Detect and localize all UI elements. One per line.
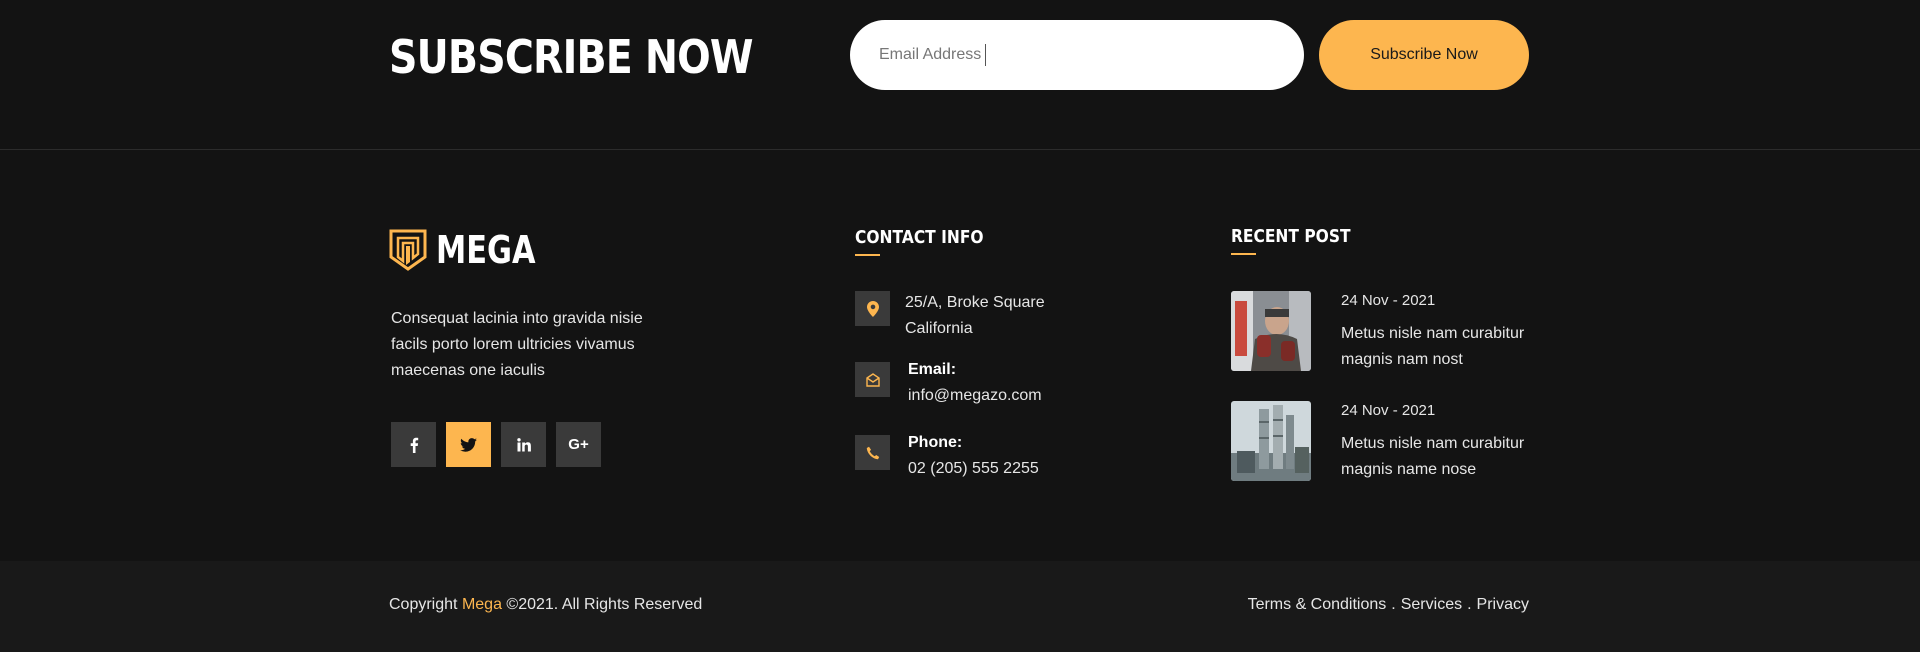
contact-phone: Phone: 02 (205) 555 2255 (855, 430, 1039, 482)
brand-name: MEGA (436, 228, 536, 272)
facebook-icon[interactable] (391, 422, 436, 467)
copyright-suffix: ©2021. All Rights Reserved (506, 596, 703, 613)
email-value[interactable]: info@megazo.com (908, 383, 1042, 409)
footer-main (0, 151, 1920, 561)
google-plus-icon[interactable]: G+ (556, 422, 601, 467)
recent-post-item[interactable]: 24 Nov - 2021 Metus nisle nam curabitur … (1231, 401, 1541, 483)
phone-icon (855, 435, 890, 470)
phone-value[interactable]: 02 (205) 555 2255 (908, 456, 1039, 482)
post-title[interactable]: Metus nisle nam curabitur magnis name no… (1341, 431, 1541, 483)
subscribe-button[interactable]: Subscribe Now (1319, 20, 1529, 90)
envelope-icon (855, 362, 890, 397)
post-date: 24 Nov - 2021 (1341, 402, 1436, 419)
text-caret (985, 44, 987, 66)
address-line-1: 25/A, Broke Square (905, 294, 1045, 311)
email-placeholder: Email Address (879, 46, 982, 63)
subscribe-bar: SUBSCRIBE NOW Email Address Subscribe No… (0, 0, 1920, 150)
about-text: Consequat lacinia into gravida nisie fac… (391, 310, 643, 379)
contact-address: 25/A, Broke Square California (855, 290, 1045, 342)
privacy-link[interactable]: Privacy (1477, 596, 1529, 614)
post-thumbnail-chimneys[interactable] (1231, 401, 1311, 481)
terms-link[interactable]: Terms & Conditions (1248, 596, 1387, 614)
linkedin-icon[interactable] (501, 422, 546, 467)
post-title[interactable]: Metus nisle nam curabitur magnis nam nos… (1341, 321, 1541, 373)
copyright: Copyright Mega ©2021. All Rights Reserve… (389, 596, 702, 614)
copyright-prefix: Copyright (389, 596, 458, 613)
bottom-bar (0, 561, 1920, 652)
footer-brand[interactable]: MEGA (389, 229, 560, 271)
post-thumbnail-worker[interactable] (1231, 291, 1311, 371)
address-line-2: California (905, 320, 973, 337)
shield-logo-icon (389, 229, 427, 271)
copyright-brand-link[interactable]: Mega (462, 596, 502, 613)
email-label: Email: (908, 361, 957, 378)
contact-title-underline (855, 254, 880, 256)
location-pin-icon (855, 291, 890, 326)
recent-post-title: RECENT POST (1231, 226, 1351, 247)
phone-label: Phone: (908, 434, 963, 451)
contact-email: Email: info@megazo.com (855, 357, 1042, 409)
subscribe-title: SUBSCRIBE NOW (389, 30, 753, 84)
contact-title: CONTACT INFO (855, 227, 984, 248)
legal-links: Terms & Conditions . Services . Privacy (1248, 596, 1529, 614)
post-date: 24 Nov - 2021 (1341, 292, 1436, 309)
recent-post-item[interactable]: 24 Nov - 2021 Metus nisle nam curabitur … (1231, 291, 1541, 373)
services-link[interactable]: Services (1401, 596, 1462, 614)
recent-post-title-underline (1231, 253, 1256, 255)
twitter-icon[interactable] (446, 422, 491, 467)
link-separator: . (1467, 596, 1472, 613)
link-separator: . (1391, 596, 1396, 613)
social-links: G+ (391, 422, 601, 467)
email-field[interactable]: Email Address (850, 20, 1304, 90)
